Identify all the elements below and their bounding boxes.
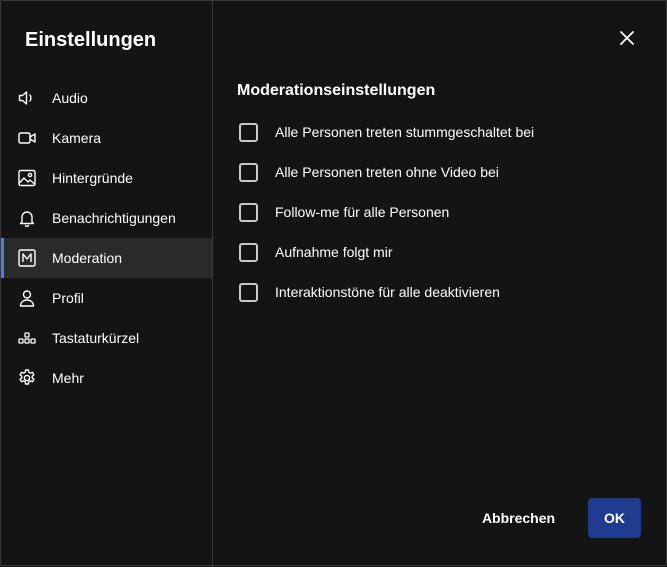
checkbox[interactable] [239,202,258,222]
sidebar-item-shortcuts[interactable]: Tastaturkürzel [1,318,212,358]
section-title: Moderationseinstellungen [237,82,436,99]
option-label: Alle Personen treten stummgeschaltet bei [275,124,535,140]
close-icon [618,29,636,52]
cancel-button[interactable]: Abbrechen [471,499,566,537]
option-label: Alle Personen treten ohne Video bei [275,164,499,180]
sidebar-item-label: Mehr [52,370,84,386]
option-mute-all[interactable]: Alle Personen treten stummgeschaltet bei [239,112,534,152]
option-no-video[interactable]: Alle Personen treten ohne Video bei [239,152,534,192]
settings-nav: Audio Kamera Hintergründe Benachrichtigu… [1,78,212,398]
settings-dialog: Einstellungen Audio Kamera Hintergründe … [0,0,667,567]
option-disable-sounds[interactable]: Interaktionstöne für alle deaktivieren [239,272,534,312]
person-icon [17,288,37,308]
option-label: Aufnahme folgt mir [275,244,393,260]
sidebar-item-label: Audio [52,90,88,106]
sidebar-item-label: Benachrichtigungen [52,210,176,226]
sidebar-item-label: Tastaturkürzel [52,330,140,346]
sidebar-item-audio[interactable]: Audio [1,78,212,118]
bell-icon [17,208,37,228]
option-recording-follows[interactable]: Aufnahme folgt mir [239,232,534,272]
settings-sidebar: Einstellungen Audio Kamera Hintergründe … [1,1,213,567]
moderation-options: Alle Personen treten stummgeschaltet bei… [239,112,534,312]
dialog-title: Einstellungen [25,29,157,51]
sidebar-item-label: Moderation [52,250,123,266]
sidebar-item-label: Profil [52,290,84,306]
sidebar-item-camera[interactable]: Kamera [1,118,212,158]
sidebar-item-more[interactable]: Mehr [1,358,212,398]
option-label: Follow-me für alle Personen [275,204,450,220]
checkbox[interactable] [239,162,258,182]
sidebar-item-backgrounds[interactable]: Hintergründe [1,158,212,198]
option-label: Interaktionstöne für alle deaktivieren [275,284,500,300]
sidebar-item-label: Kamera [52,130,102,146]
speaker-icon [17,88,37,108]
ok-button[interactable]: OK [588,498,641,538]
checkbox[interactable] [239,242,258,262]
sidebar-item-label: Hintergründe [52,170,133,186]
sidebar-item-profile[interactable]: Profil [1,278,212,318]
moderation-icon [17,248,37,268]
checkbox[interactable] [239,282,258,302]
checkbox[interactable] [239,122,258,142]
camera-icon [17,128,37,148]
gear-icon [17,368,37,388]
option-follow-me[interactable]: Follow-me für alle Personen [239,192,534,232]
shortcuts-icon [17,328,37,348]
sidebar-item-notifications[interactable]: Benachrichtigungen [1,198,212,238]
sidebar-item-moderation[interactable]: Moderation [1,238,212,278]
close-button[interactable] [615,28,639,52]
image-icon [17,168,37,188]
